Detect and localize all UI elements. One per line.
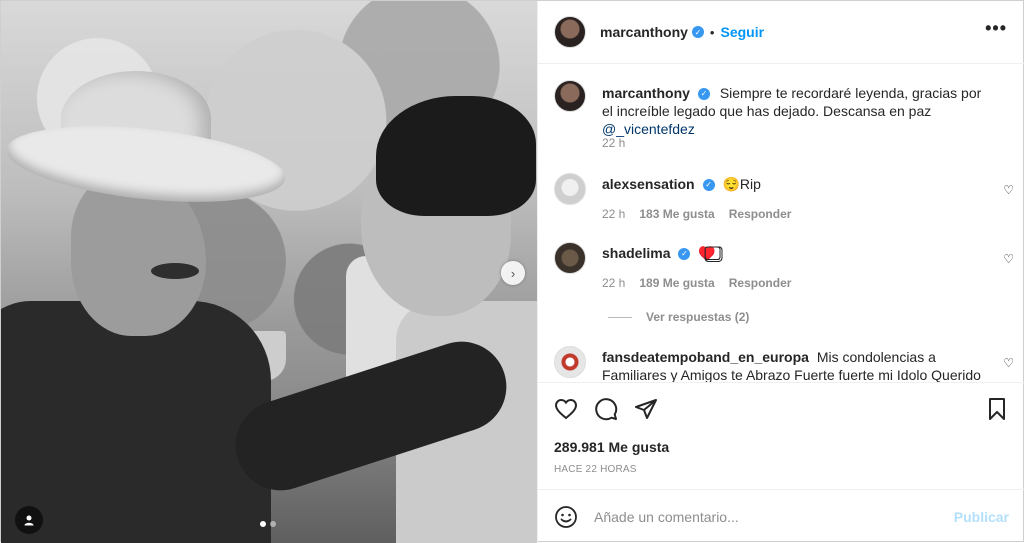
post-side-panel: marcanthony ✓ • Seguir ••• marcanthony ✓ … [537, 1, 1024, 543]
bookmark-icon [989, 398, 1005, 420]
verified-badge-icon: ✓ [697, 88, 710, 101]
verified-badge-icon: ✓ [691, 26, 704, 38]
post-actions: 289.981 Me gusta HACE 22 HORAS [538, 382, 1024, 489]
post-dialog: › marcanthony ✓ • Seguir ••• marcanthony… [0, 0, 1024, 543]
comment-like-heart-icon[interactable]: ♡ [1003, 356, 1014, 370]
avatar[interactable] [554, 242, 586, 274]
comment-meta: 22 h 189 Me gusta Responder [602, 276, 791, 290]
avatar[interactable] [554, 16, 586, 48]
post-photo[interactable]: › [1, 1, 537, 543]
comment-likes[interactable]: 183 Me gusta [639, 207, 714, 221]
photo-mustache [151, 263, 199, 279]
likes-count[interactable]: 289.981 Me gusta [554, 439, 669, 455]
comment-like-heart-icon[interactable]: ♡ [1003, 252, 1014, 266]
emoji-icon [555, 505, 577, 528]
carousel-dot-active [260, 521, 266, 527]
avatar[interactable] [554, 173, 586, 205]
comments-list[interactable]: marcanthony ✓ Siempre te recordaré leyend… [538, 64, 1024, 382]
follow-button[interactable]: Seguir [720, 24, 764, 40]
photo-man-right-hair [376, 96, 536, 216]
view-replies-button[interactable]: Ver respuestas (2) [608, 310, 749, 324]
comment-time[interactable]: 22 h [602, 276, 625, 290]
post-timestamp[interactable]: HACE 22 HORAS [554, 464, 637, 475]
reply-button[interactable]: Responder [729, 207, 792, 221]
comment-text-block: alexsensation ✓ 😌Rip [602, 175, 992, 193]
comment-input[interactable] [594, 508, 946, 525]
chevron-right-icon: › [510, 265, 516, 281]
publish-button[interactable]: Publicar [954, 509, 1009, 525]
add-comment-bar: Publicar [538, 489, 1024, 543]
comment-text: 😌Rip [722, 176, 761, 192]
replies-divider [608, 316, 632, 318]
verified-badge-icon: ✓ [702, 179, 715, 192]
reply-button[interactable]: Responder [729, 276, 792, 290]
caption-time[interactable]: 22 h [602, 136, 625, 150]
share-icon [635, 399, 657, 419]
view-replies-label: Ver respuestas (2) [646, 310, 750, 324]
photo-man-left-body [1, 301, 271, 543]
comment-likes[interactable]: 189 Me gusta [639, 276, 714, 290]
comment-button[interactable] [594, 397, 618, 421]
avatar[interactable] [554, 80, 586, 112]
heart-icon [554, 398, 578, 420]
carousel-dot [270, 521, 276, 527]
save-button[interactable] [985, 397, 1009, 421]
caption-meta: 22 h [602, 136, 625, 150]
user-tags-button[interactable] [15, 506, 43, 534]
caption-username[interactable]: marcanthony [602, 85, 690, 101]
carousel-next-button[interactable]: › [501, 261, 525, 285]
user-tag-icon [24, 515, 34, 526]
comment-time[interactable]: 22 h [602, 207, 625, 221]
comment-meta: 22 h 183 Me gusta Responder [602, 207, 791, 221]
emoji-button[interactable] [554, 505, 578, 529]
carousel-indicator [260, 521, 276, 527]
author-username[interactable]: marcanthony [600, 24, 688, 40]
share-button[interactable] [634, 397, 658, 421]
avatar[interactable] [554, 346, 586, 378]
comment-text-block: shadelima ✓ ♥️⃣⃣ [602, 244, 992, 262]
post-header: marcanthony ✓ • Seguir ••• [538, 1, 1024, 64]
comment-username[interactable]: shadelima [602, 245, 670, 261]
caption-mention-link[interactable]: @_vicentefdez [602, 121, 695, 137]
more-options-button[interactable]: ••• [985, 19, 1007, 37]
like-button[interactable] [554, 397, 578, 421]
separator: • [709, 24, 715, 40]
comment-icon [595, 398, 618, 421]
action-bar [554, 397, 658, 421]
comment-username[interactable]: fansdeatempoband_en_europa [602, 349, 809, 365]
comment-like-heart-icon[interactable]: ♡ [1003, 183, 1014, 197]
verified-badge-icon: ✓ [678, 248, 691, 261]
caption-text-block: marcanthony ✓ Siempre te recordaré leyend… [602, 84, 992, 138]
comment-username[interactable]: alexsensation [602, 176, 695, 192]
comment-text-block: fansdeatempoband_en_europa Mis condolenc… [602, 348, 992, 382]
comment-text: ♥️⃣⃣ [698, 245, 716, 261]
